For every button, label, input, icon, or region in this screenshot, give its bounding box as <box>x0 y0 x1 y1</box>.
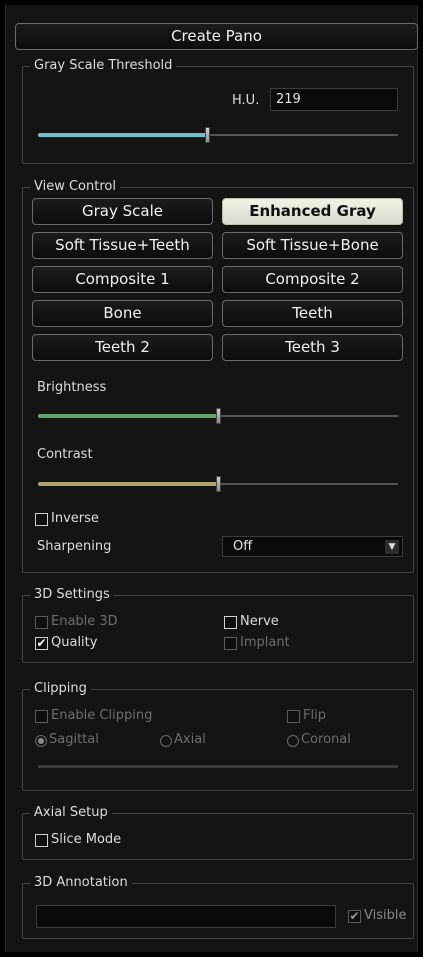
gray-scale-threshold-title: Gray Scale Threshold <box>30 58 177 73</box>
soft-tissue-teeth-button[interactable]: Soft Tissue+Teeth <box>32 232 213 259</box>
sagittal-radio[interactable] <box>35 735 47 747</box>
visible-label: Visible <box>364 908 407 923</box>
brightness-label: Brightness <box>37 380 107 395</box>
nerve-label: Nerve <box>240 614 279 629</box>
enable-3d-checkbox[interactable] <box>35 616 48 629</box>
enhanced-gray-button[interactable]: Enhanced Gray <box>222 198 403 225</box>
axial-radio[interactable] <box>160 735 172 747</box>
brightness-slider-thumb[interactable] <box>216 408 221 424</box>
slice-mode-label: Slice Mode <box>51 832 122 847</box>
sagittal-label: Sagittal <box>49 732 99 747</box>
slice-mode-checkbox[interactable] <box>35 834 48 847</box>
create-pano-button[interactable]: Create Pano <box>15 23 418 50</box>
hu-value-input[interactable]: 219 <box>270 88 398 111</box>
clipping-title: Clipping <box>30 681 91 696</box>
3d-settings-group <box>22 595 414 663</box>
3d-settings-title: 3D Settings <box>30 587 114 602</box>
sharpening-selected-value: Off <box>233 539 253 554</box>
view-control-title: View Control <box>30 179 120 194</box>
3d-annotation-title: 3D Annotation <box>30 875 132 890</box>
flip-label: Flip <box>303 708 326 723</box>
axial-label: Axial <box>174 732 206 747</box>
annotation-text-input[interactable] <box>36 905 336 928</box>
hu-label: H.U. <box>232 93 260 108</box>
brightness-slider[interactable] <box>38 408 398 424</box>
bone-button[interactable]: Bone <box>32 300 213 327</box>
contrast-slider-thumb[interactable] <box>216 476 221 492</box>
teeth-button[interactable]: Teeth <box>222 300 403 327</box>
implant-checkbox[interactable] <box>224 637 237 650</box>
soft-tissue-bone-button[interactable]: Soft Tissue+Bone <box>222 232 403 259</box>
visible-checkbox[interactable]: ✔ <box>348 910 361 923</box>
flip-checkbox[interactable] <box>287 710 300 723</box>
contrast-label: Contrast <box>37 447 93 462</box>
composite-1-button[interactable]: Composite 1 <box>32 266 213 293</box>
teeth-2-button[interactable]: Teeth 2 <box>32 334 213 361</box>
enable-clipping-checkbox[interactable] <box>35 710 48 723</box>
quality-label: Quality <box>51 635 98 650</box>
composite-2-button[interactable]: Composite 2 <box>222 266 403 293</box>
implant-label: Implant <box>240 635 290 650</box>
sharpening-select[interactable]: Off ▼ <box>222 536 403 557</box>
sharpening-label: Sharpening <box>37 539 112 554</box>
chevron-down-icon[interactable]: ▼ <box>385 540 399 554</box>
enable-clipping-label: Enable Clipping <box>51 708 153 723</box>
threshold-slider[interactable] <box>38 127 398 143</box>
clipping-slider[interactable] <box>38 765 398 768</box>
teeth-3-button[interactable]: Teeth 3 <box>222 334 403 361</box>
inverse-label: Inverse <box>51 511 99 526</box>
threshold-slider-fill <box>38 133 208 137</box>
axial-setup-title: Axial Setup <box>30 805 112 820</box>
gray-scale-button[interactable]: Gray Scale <box>32 198 213 225</box>
inverse-checkbox[interactable] <box>35 513 48 526</box>
contrast-slider-fill <box>38 482 218 486</box>
gray-scale-threshold-group <box>22 66 414 164</box>
enable-3d-label: Enable 3D <box>51 614 118 629</box>
pano-control-panel: Create Pano Gray Scale Threshold H.U. 21… <box>5 5 418 952</box>
nerve-checkbox[interactable] <box>224 616 237 629</box>
coronal-label: Coronal <box>301 732 351 747</box>
quality-checkbox[interactable]: ✔ <box>35 637 48 650</box>
contrast-slider[interactable] <box>38 476 398 492</box>
brightness-slider-fill <box>38 414 218 418</box>
coronal-radio[interactable] <box>287 735 299 747</box>
radio-selected-dot <box>38 738 44 744</box>
threshold-slider-thumb[interactable] <box>205 127 211 143</box>
